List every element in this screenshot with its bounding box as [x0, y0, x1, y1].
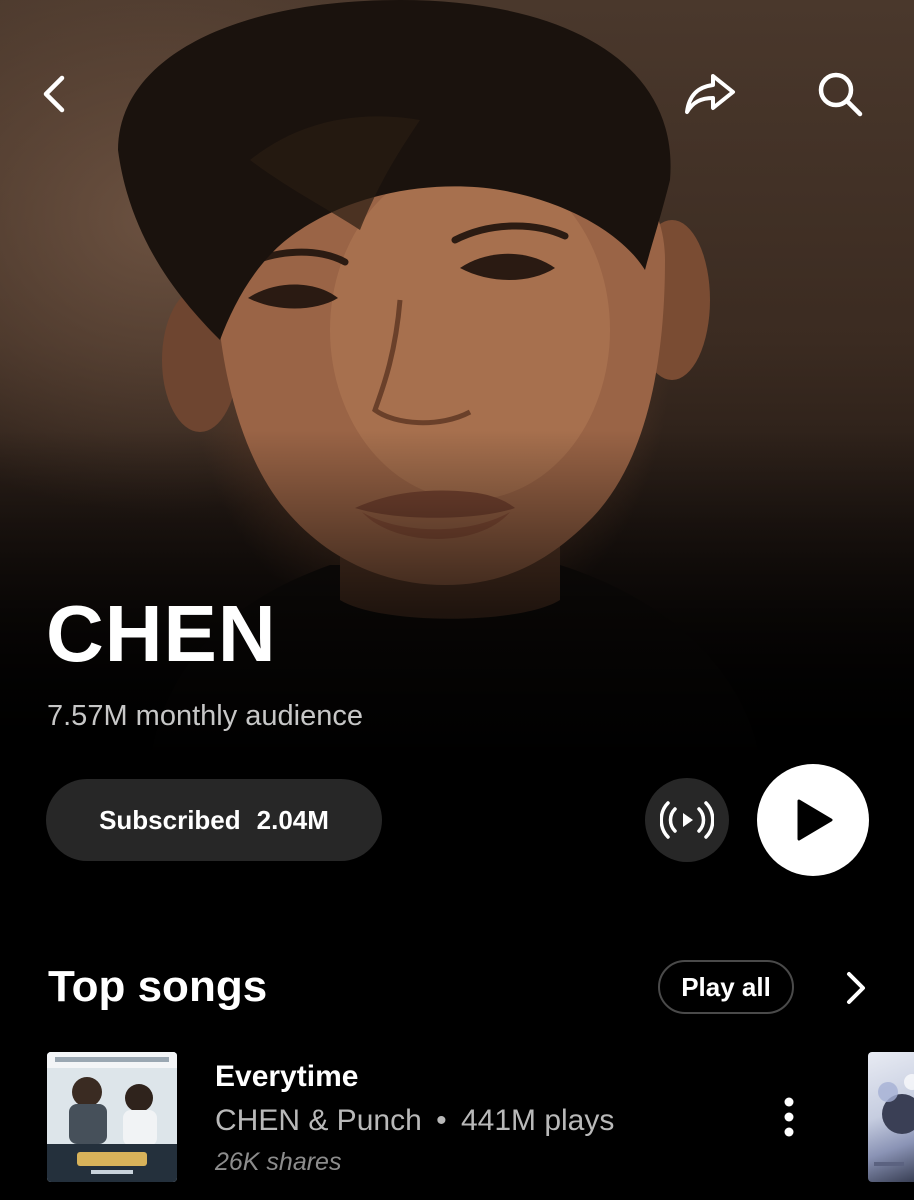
subscribe-button[interactable]: Subscribed 2.04M — [46, 779, 382, 861]
subscribe-label: Subscribed — [99, 804, 241, 835]
song-plays: 441M plays — [460, 1104, 615, 1137]
play-all-button[interactable]: Play all — [658, 960, 794, 1014]
cover-art-illustration — [874, 1074, 914, 1166]
play-icon — [797, 799, 833, 841]
top-songs-more-button[interactable] — [832, 962, 880, 1014]
back-button[interactable] — [24, 64, 84, 124]
cover-art-illustration — [47, 1052, 177, 1182]
more-vertical-icon — [784, 1097, 794, 1137]
share-button[interactable] — [680, 64, 740, 124]
radio-button[interactable] — [645, 778, 729, 862]
song-shares: 26K shares — [215, 1148, 342, 1176]
play-button[interactable] — [757, 764, 869, 876]
share-arrow-icon — [685, 74, 735, 114]
song-row[interactable]: Everytime CHEN & Punch • 441M plays 26K … — [0, 1048, 914, 1188]
radio-broadcast-icon — [660, 801, 714, 839]
song-artists: CHEN & Punch — [215, 1104, 422, 1137]
next-song-cover-art[interactable] — [868, 1052, 914, 1182]
search-button[interactable] — [810, 64, 870, 124]
subscriber-count: 2.04M — [256, 804, 329, 835]
meta-separator: • — [436, 1104, 447, 1137]
artist-name: CHEN — [46, 589, 277, 678]
chevron-right-icon — [847, 972, 865, 1004]
back-chevron-icon — [43, 75, 65, 113]
song-more-button[interactable] — [764, 1092, 814, 1142]
top-songs-title: Top songs — [48, 962, 268, 1011]
song-meta: CHEN & Punch • 441M plays — [215, 1104, 614, 1138]
song-title: Everytime — [215, 1060, 359, 1093]
song-cover-art — [47, 1052, 177, 1182]
monthly-audience: 7.57M monthly audience — [47, 700, 363, 732]
search-icon — [818, 72, 863, 117]
